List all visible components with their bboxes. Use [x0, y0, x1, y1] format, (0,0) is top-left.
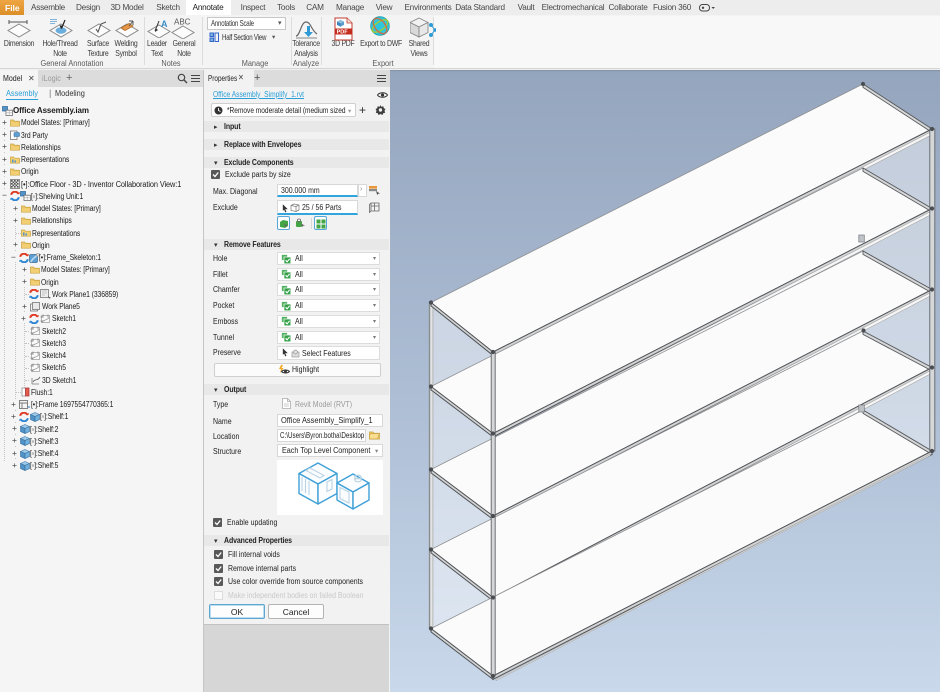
- svg-text:ABC: ABC: [174, 18, 191, 27]
- svg-text:A: A: [161, 19, 168, 29]
- svg-text:PDF: PDF: [337, 30, 349, 36]
